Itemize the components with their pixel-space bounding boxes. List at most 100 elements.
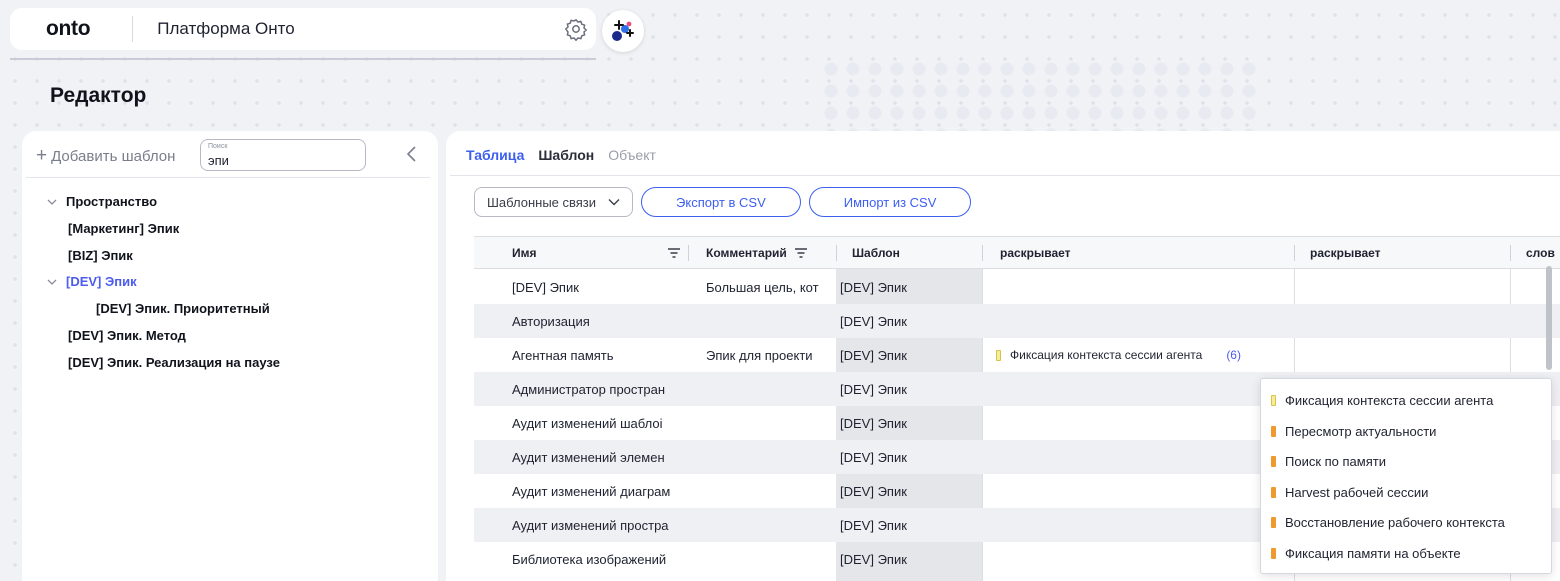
top-bar-underline bbox=[10, 58, 596, 60]
logo[interactable]: onto bbox=[46, 17, 91, 41]
relation-count[interactable]: (6) bbox=[1226, 348, 1241, 362]
table-row[interactable]: Авторизация [DEV] Эпик bbox=[474, 304, 1560, 338]
cell-template[interactable]: [DEV] Эпик bbox=[840, 406, 980, 440]
popover-item[interactable]: Восстановление рабочего контекста bbox=[1271, 515, 1505, 530]
column-separator[interactable] bbox=[1510, 245, 1511, 261]
cell-template[interactable]: [DEV] Эпик bbox=[840, 474, 980, 508]
filter-icon[interactable] bbox=[668, 248, 680, 258]
sparkle-icon bbox=[612, 20, 634, 41]
tree-item-dev-epic-method[interactable]: [DEV] Эпик. Метод bbox=[68, 328, 186, 343]
column-header-reveals-1[interactable]: раскрывает bbox=[1000, 237, 1071, 269]
cell-name[interactable]: Библиотека изображений bbox=[512, 542, 674, 576]
plus-icon: + bbox=[36, 145, 48, 166]
tree-item-marketing-epic[interactable]: [Маркетинг] Эпик bbox=[68, 221, 179, 236]
tab-template[interactable]: Шаблон bbox=[538, 147, 594, 163]
cell-reveals[interactable]: Фиксация контекста сессии агента (6) bbox=[996, 338, 1292, 372]
marker-icon bbox=[1271, 425, 1276, 437]
cell-name[interactable]: Аудит изменений диаграм bbox=[512, 474, 674, 508]
cell-template[interactable]: [DEV] Эпик bbox=[840, 270, 980, 304]
cell-comment[interactable] bbox=[706, 304, 820, 338]
cell-name[interactable]: Администратор простран bbox=[512, 372, 674, 406]
relation-type-select[interactable]: Шаблонные связи bbox=[474, 187, 634, 217]
column-separator[interactable] bbox=[982, 245, 983, 261]
cell-template[interactable]: [DEV] Эпик bbox=[840, 542, 980, 576]
cell-comment[interactable] bbox=[706, 440, 820, 474]
collapse-panel-icon[interactable] bbox=[402, 143, 422, 165]
tree-item-label: [DEV] Эпик. Приоритетный bbox=[96, 301, 270, 316]
search-field[interactable]: Поиск bbox=[200, 139, 366, 171]
cell-comment[interactable]: Эпик для проекти bbox=[706, 338, 820, 372]
popover-item-label: Восстановление рабочего контекста bbox=[1285, 515, 1505, 530]
chevron-down-icon[interactable] bbox=[46, 196, 58, 208]
marker-icon bbox=[1271, 486, 1276, 498]
view-tabs: Таблица Шаблон Объект bbox=[466, 147, 656, 163]
cell-template[interactable]: [DEV] Эпик bbox=[840, 508, 980, 542]
select-value: Шаблонные связи bbox=[487, 194, 597, 210]
template-tree-panel: + Добавить шаблон Поиск Пространство [Ма… bbox=[22, 131, 438, 581]
cell-template[interactable]: [DEV] Эпик bbox=[840, 372, 980, 406]
column-header-comment[interactable]: Комментарий bbox=[706, 237, 807, 269]
column-separator[interactable] bbox=[1294, 245, 1295, 261]
top-bar: onto Платформа Онто bbox=[10, 8, 596, 50]
column-label: раскрывает bbox=[1310, 246, 1381, 260]
popover-item-label: Фиксация памяти на объекте bbox=[1285, 545, 1461, 561]
cell-template[interactable]: [DEV] Эпик bbox=[840, 440, 980, 474]
tab-object[interactable]: Объект bbox=[608, 147, 656, 163]
cell-comment[interactable] bbox=[706, 542, 820, 576]
tree-item-label: [DEV] Эпик. Реализация на паузе bbox=[68, 355, 280, 370]
cell-name[interactable]: Агентная память bbox=[512, 338, 674, 372]
relation-tag[interactable]: Фиксация контекста сессии агента bbox=[996, 348, 1202, 362]
platform-title[interactable]: Платформа Онто bbox=[157, 19, 294, 39]
cell-template[interactable]: [DEV] Эпик bbox=[840, 338, 980, 372]
cell-comment[interactable]: Большая цель, кот bbox=[706, 270, 820, 304]
cell-template[interactable]: [DEV] Эпик bbox=[840, 304, 980, 338]
tree-item-dev-epic-paused[interactable]: [DEV] Эпик. Реализация на паузе bbox=[68, 355, 280, 370]
panel-divider bbox=[26, 177, 430, 178]
table-row[interactable]: Агентная память Эпик для проекти [DEV] Эпи… bbox=[474, 338, 1560, 372]
search-input[interactable] bbox=[208, 153, 358, 168]
cell-name[interactable]: [DEV] Эпик bbox=[512, 270, 674, 304]
cell-name[interactable]: Авторизация bbox=[512, 304, 674, 338]
table-row[interactable]: [DEV] Эпик Большая цель, кот [DEV] Эпик bbox=[474, 270, 1560, 304]
cell-name[interactable]: Аудит изменений элемен bbox=[512, 440, 674, 474]
filter-icon[interactable] bbox=[794, 248, 807, 258]
column-header-name[interactable]: Имя bbox=[512, 237, 672, 269]
column-separator[interactable] bbox=[688, 245, 689, 261]
add-template-button[interactable]: + Добавить шаблон bbox=[36, 145, 175, 167]
relation-label: Фиксация контекста сессии агента bbox=[1010, 348, 1203, 362]
chevron-down-icon[interactable] bbox=[46, 276, 58, 288]
popover-item-label: Harvest рабочей сессии bbox=[1285, 484, 1429, 500]
cell-comment[interactable] bbox=[706, 406, 820, 440]
tree-item-label: Пространство bbox=[66, 194, 158, 209]
marker-icon bbox=[1271, 395, 1276, 406]
cell-comment[interactable] bbox=[706, 508, 820, 542]
cell-name[interactable]: Аудит изменений простра bbox=[512, 508, 674, 542]
tree-item-dev-epic[interactable]: [DEV] Эпик bbox=[46, 274, 137, 289]
popover-item[interactable]: Фиксация памяти на объекте bbox=[1271, 546, 1461, 561]
column-header-template[interactable]: Шаблон bbox=[852, 237, 900, 269]
tree-item-label: [BIZ] Эпик bbox=[68, 248, 133, 263]
cell-comment[interactable] bbox=[706, 372, 820, 406]
cell-name[interactable]: Аудит изменений шаблоі bbox=[512, 406, 674, 440]
marker-icon bbox=[1271, 547, 1276, 559]
tree-item-biz-epic[interactable]: [BIZ] Эпик bbox=[68, 248, 133, 263]
export-csv-button[interactable]: Экспорт в CSV bbox=[641, 187, 801, 217]
gear-icon[interactable] bbox=[564, 17, 588, 42]
column-label: слов bbox=[1526, 246, 1555, 260]
popover-item[interactable]: Поиск по памяти bbox=[1271, 454, 1386, 469]
tree-item-space[interactable]: Пространство bbox=[46, 194, 157, 209]
popover-item[interactable]: Harvest рабочей сессии bbox=[1271, 485, 1428, 500]
table-toolbar: Шаблонные связи Экспорт в CSV Импорт из … bbox=[474, 187, 972, 217]
popover-item[interactable]: Пересмотр актуальности bbox=[1271, 424, 1436, 439]
ai-assistant-button[interactable] bbox=[602, 10, 644, 52]
table-scrollbar[interactable] bbox=[1546, 266, 1552, 370]
tree-item-dev-epic-priority[interactable]: [DEV] Эпик. Приоритетный bbox=[96, 301, 270, 316]
column-separator[interactable] bbox=[836, 245, 837, 261]
import-csv-button[interactable]: Импорт из CSV bbox=[808, 187, 972, 217]
column-header-reveals-2[interactable]: раскрывает bbox=[1310, 237, 1381, 269]
tab-table[interactable]: Таблица bbox=[466, 147, 524, 163]
popover-item[interactable]: Фиксация контекста сессии агента bbox=[1271, 393, 1493, 408]
cell-comment[interactable] bbox=[706, 474, 820, 508]
column-header-words[interactable]: слов bbox=[1526, 237, 1555, 269]
marker-icon bbox=[1271, 517, 1276, 528]
